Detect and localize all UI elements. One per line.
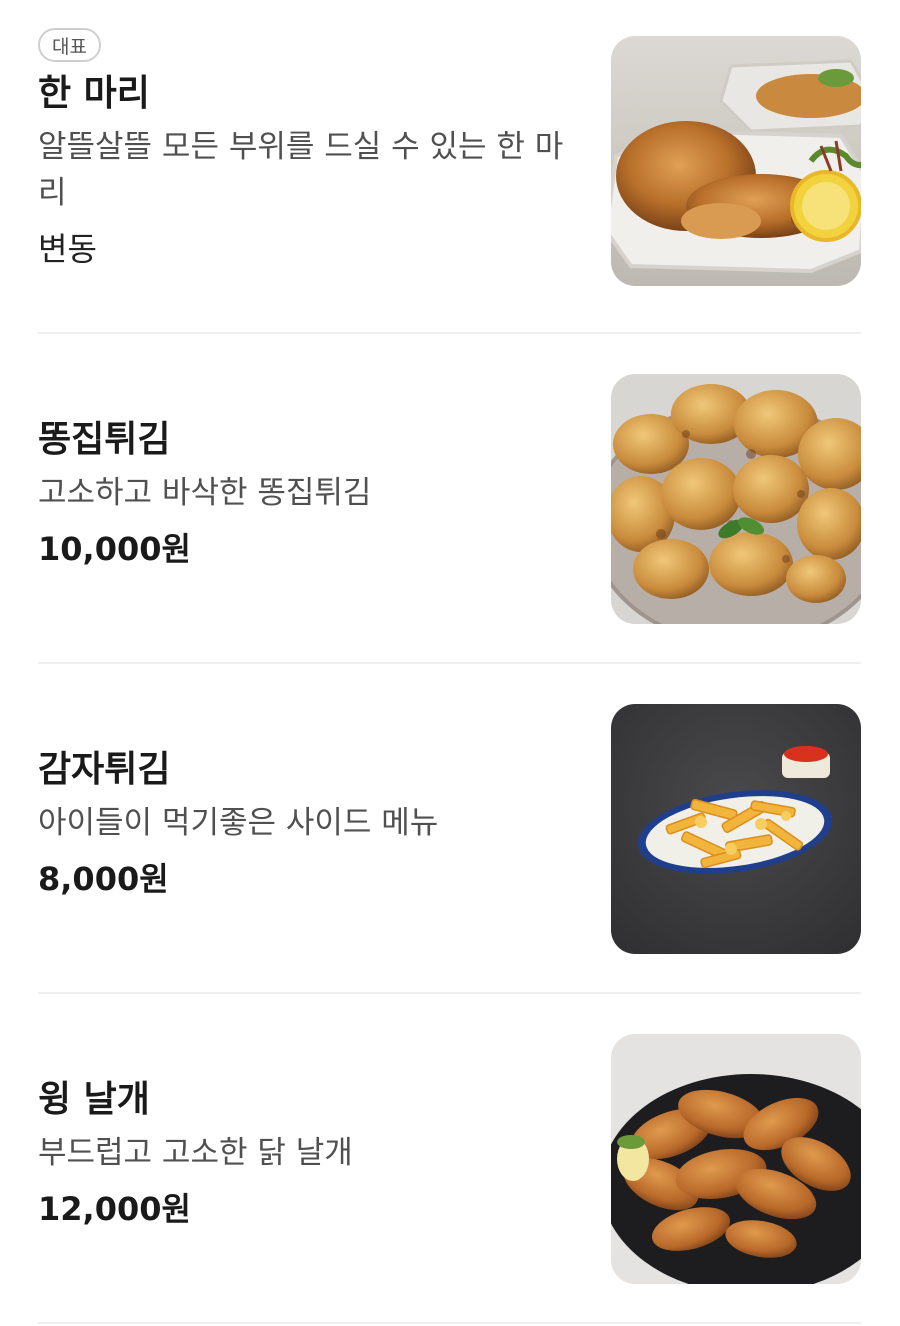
gizzard-fry-photo [611, 374, 861, 624]
menu-item-whole-chicken[interactable]: 대표 한 마리 알뜰살뜰 모든 부위를 드실 수 있는 한 마리 변동 [38, 0, 861, 334]
menu-item-gizzard-fry[interactable]: 똥집튀김 고소하고 바삭한 똥집튀김 10,000원 [38, 334, 861, 664]
item-name: 똥집튀김 [38, 419, 171, 460]
wings-photo [611, 1034, 861, 1284]
french-fries-photo [611, 704, 861, 954]
item-name: 윙 날개 [38, 1079, 150, 1120]
item-description: 알뜰살뜰 모든 부위를 드실 수 있는 한 마리 [38, 129, 564, 211]
menu-list: 대표 한 마리 알뜰살뜰 모든 부위를 드실 수 있는 한 마리 변동 똥집튀김… [0, 0, 900, 1326]
item-price: 변동 [38, 230, 97, 268]
signature-badge: 대표 [38, 28, 101, 62]
menu-item-wings[interactable]: 윙 날개 부드럽고 고소한 닭 날개 12,000원 [38, 994, 861, 1324]
item-description: 고소하고 바삭한 똥집튀김 [38, 475, 372, 511]
item-name: 감자튀김 [38, 749, 171, 790]
gizzard-fry-image[interactable] [611, 374, 861, 624]
menu-item-text: 똥집튀김 고소하고 바삭한 똥집튀김 10,000원 [38, 416, 578, 572]
whole-chicken-photo [611, 36, 861, 286]
item-description: 아이들이 먹기좋은 사이드 메뉴 [38, 805, 439, 841]
item-price: 12,000원 [38, 1190, 191, 1228]
item-name: 한 마리 [38, 73, 150, 114]
whole-chicken-image[interactable] [611, 36, 861, 286]
item-price: 10,000원 [38, 530, 191, 568]
menu-item-text: 대표 한 마리 알뜰살뜰 모든 부위를 드실 수 있는 한 마리 변동 [38, 28, 578, 272]
wings-image[interactable] [611, 1034, 861, 1284]
menu-item-text: 감자튀김 아이들이 먹기좋은 사이드 메뉴 8,000원 [38, 746, 578, 902]
menu-item-french-fries[interactable]: 감자튀김 아이들이 먹기좋은 사이드 메뉴 8,000원 [38, 664, 861, 994]
french-fries-image[interactable] [611, 704, 861, 954]
item-description: 부드럽고 고소한 닭 날개 [38, 1135, 353, 1171]
menu-item-text: 윙 날개 부드럽고 고소한 닭 날개 12,000원 [38, 1076, 578, 1232]
item-price: 8,000원 [38, 860, 169, 898]
